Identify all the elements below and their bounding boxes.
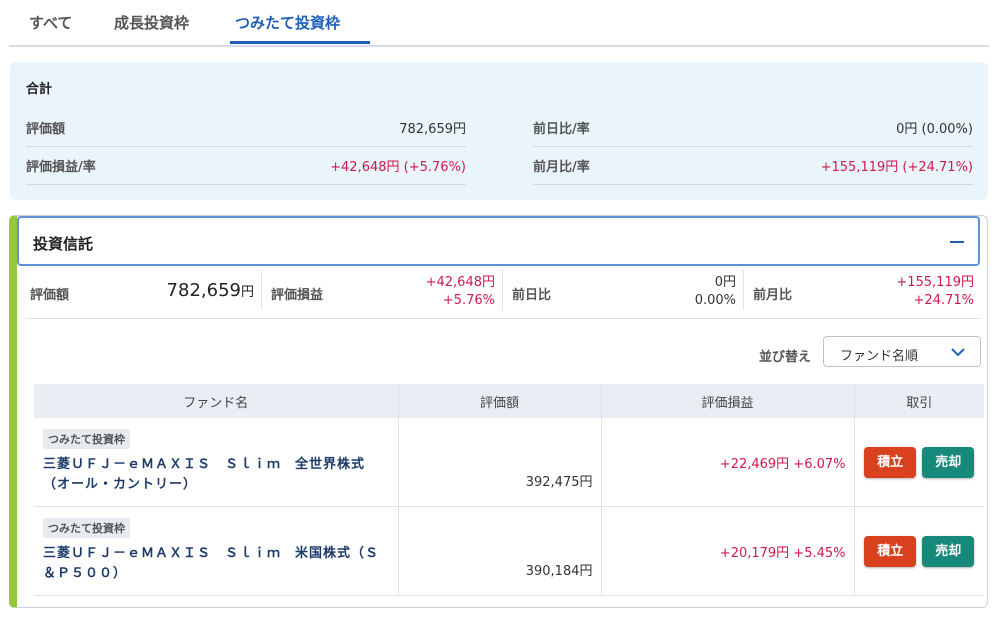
trust-mom: 前月比 +155,119円 +24.71% [749,268,980,312]
account-type-badge: つみたて投資枠 [43,429,130,449]
trust-pl: 評価損益 +42,648円 +5.76% [267,268,501,312]
trust-pl-amount: +42,648円 [425,275,495,290]
sort-value: ファンド名順 [840,349,919,364]
trust-dod-amount: 0円 [714,275,736,290]
table-row: つみたて投資枠 三菱ＵＦＪ－ｅＭＡＸＩＳ Ｓｌｉｍ 米国株式（Ｓ＆Ｐ５００） 3… [34,506,984,596]
summary-mom-label: 前月比/率 [533,160,590,175]
summary-pl-row: 評価損益/率 +42,648円 (+5.76%) [26,146,466,185]
active-tab-indicator [230,41,370,44]
header-pl: 評価損益 [601,384,855,418]
trust-valuation-label: 評価額 [30,288,70,303]
summary-valuation-label: 評価額 [26,122,66,137]
tab-growth[interactable]: 成長投資枠 [114,12,189,33]
tab-tsumitate[interactable]: つみたて投資枠 [235,12,340,33]
trust-dod: 前日比 0円 0.00% [508,268,742,312]
header-fund-name: ファンド名 [34,384,399,418]
chevron-down-icon [951,348,965,357]
fund-name-link[interactable]: 三菱ＵＦＪ－ｅＭＡＸＩＳ Ｓｌｉｍ 米国株式（Ｓ＆Ｐ５００） [43,544,389,584]
summary-dod-value: 0円 (0.00%) [896,122,973,137]
trust-valuation: 評価額 782,659円 [26,268,260,312]
summary-mom-value: +155,119円 (+24.71%) [820,160,973,175]
fund-valuation: 392,475円 [398,418,602,507]
fund-valuation: 390,184円 [398,506,602,596]
account-type-badge: つみたて投資枠 [43,518,130,538]
investment-trust-card: 投資信託 評価額 782,659円 評価損益 +42,648円 +5.76% 前… [9,215,988,608]
summary-mom-row: 前月比/率 +155,119円 (+24.71%) [533,146,973,185]
divider [502,270,503,310]
trust-mom-label: 前月比 [753,288,793,303]
trade-cell: 積立 売却 [854,506,984,596]
sell-button[interactable]: 売却 [922,446,975,478]
sell-button[interactable]: 売却 [922,535,975,567]
trust-valuation-value: 782,659円 [166,280,254,301]
trust-mom-rate: +24.71% [913,293,974,308]
tab-bar: すべて 成長投資枠 つみたて投資枠 [9,0,989,47]
header-trade: 取引 [854,384,984,418]
tab-all[interactable]: すべて [29,12,72,33]
fund-name-cell: つみたて投資枠 三菱ＵＦＪ－ｅＭＡＸＩＳ Ｓｌｉｍ 全世界株式（オール・カントリ… [34,418,399,507]
fund-pl: +20,179円 +5.45% [601,506,855,596]
summary-pl-label: 評価損益/率 [26,160,96,175]
accumulate-button[interactable]: 積立 [864,535,917,567]
trust-metrics: 評価額 782,659円 評価損益 +42,648円 +5.76% 前日比 0円… [26,268,980,319]
summary-dod-label: 前日比/率 [533,122,590,137]
fund-pl: +22,469円 +6.07% [601,418,855,507]
divider [743,270,744,310]
trust-pl-label: 評価損益 [271,288,324,303]
fund-name-cell: つみたて投資枠 三菱ＵＦＪ－ｅＭＡＸＩＳ Ｓｌｉｍ 米国株式（Ｓ＆Ｐ５００） [34,506,399,596]
sort-label: 並び替え [759,350,812,365]
accumulate-button[interactable]: 積立 [864,446,917,478]
trust-pl-rate: +5.76% [442,293,495,308]
header-valuation: 評価額 [398,384,602,418]
summary-title: 合計 [26,82,53,97]
table-header-row: ファンド名 評価額 評価損益 取引 [34,384,984,418]
summary-valuation-row: 評価額 782,659円 [26,108,466,147]
investment-trust-title: 投資信託 [33,235,94,253]
trust-dod-rate: 0.00% [694,293,736,308]
trust-mom-amount: +155,119円 [896,275,974,290]
investment-trust-header[interactable]: 投資信託 [17,216,980,266]
trust-dod-label: 前日比 [512,288,552,303]
summary-panel: 合計 評価額 782,659円 評価損益/率 +42,648円 (+5.76%)… [10,62,988,200]
sort-dropdown[interactable]: ファンド名順 [823,336,981,367]
summary-valuation-value: 782,659円 [399,122,466,137]
summary-dod-row: 前日比/率 0円 (0.00%) [533,108,973,147]
trade-cell: 積立 売却 [854,418,984,507]
table-row: つみたて投資枠 三菱ＵＦＪ－ｅＭＡＸＩＳ Ｓｌｉｍ 全世界株式（オール・カントリ… [34,418,984,507]
summary-pl-value: +42,648円 (+5.76%) [330,160,466,175]
minus-icon[interactable] [950,241,964,243]
fund-name-link[interactable]: 三菱ＵＦＪ－ｅＭＡＸＩＳ Ｓｌｉｍ 全世界株式（オール・カントリー） [43,455,389,495]
fund-table: ファンド名 評価額 評価損益 取引 つみたて投資枠 三菱ＵＦＪ－ｅＭＡＸＩＳ Ｓ… [34,384,984,596]
divider [261,270,262,310]
